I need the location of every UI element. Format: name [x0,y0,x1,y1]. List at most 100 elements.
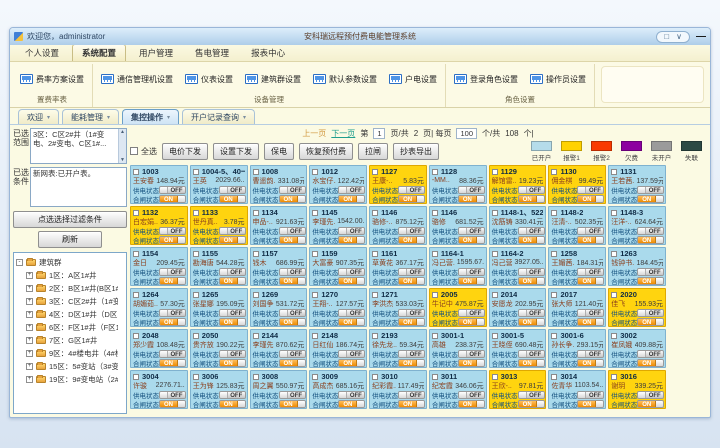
switch-toggle-on[interactable]: ON [398,277,425,285]
switch-toggle-on[interactable]: ON [159,195,186,203]
power-toggle-off[interactable]: OFF [458,268,485,276]
tab-2[interactable]: 集控操作▾ [122,109,179,124]
card-checkbox[interactable] [492,251,498,257]
switch-toggle-on[interactable]: ON [219,195,246,203]
ribbon-button[interactable]: 通信管理机设置 [99,72,175,87]
power-toggle-off[interactable]: OFF [159,227,186,235]
card-checkbox[interactable] [312,333,318,339]
card-checkbox[interactable] [253,292,259,298]
power-toggle-off[interactable]: OFF [159,268,186,276]
chevron-down-icon[interactable]: ∨ [676,33,682,41]
power-toggle-off[interactable]: OFF [398,186,425,194]
power-toggle-off[interactable]: OFF [637,268,664,276]
switch-toggle-on[interactable]: ON [279,400,306,408]
switch-toggle-on[interactable]: ON [458,236,485,244]
ribbon-button[interactable]: 默认参数设置 [311,72,379,87]
card-checkbox[interactable] [372,169,378,175]
card-checkbox[interactable] [492,374,498,380]
ribbon-button[interactable]: 建筑群设置 [243,72,303,87]
card-checkbox[interactable] [432,292,438,298]
card-checkbox[interactable] [611,210,617,216]
power-toggle-off[interactable]: OFF [338,391,365,399]
switch-toggle-on[interactable]: ON [159,400,186,408]
power-toggle-off[interactable]: OFF [159,391,186,399]
menu-item-2[interactable]: 用户管理 [130,45,182,61]
select-all[interactable]: 全选 [130,146,157,157]
card-checkbox[interactable] [611,292,617,298]
switch-toggle-on[interactable]: ON [398,318,425,326]
switch-toggle-on[interactable]: ON [637,359,664,367]
power-toggle-off[interactable]: OFF [338,350,365,358]
card-checkbox[interactable] [492,169,498,175]
selected-range-box[interactable]: 3区：C区2#井（1#变电、2#变电、C区1#... ▲ ▼ [30,128,127,164]
card-checkbox[interactable] [372,333,378,339]
expand-icon[interactable]: + [26,298,33,305]
switch-toggle-on[interactable]: ON [458,318,485,326]
switch-toggle-on[interactable]: ON [279,277,306,285]
switch-toggle-on[interactable]: ON [637,277,664,285]
scroll-up-icon[interactable]: ▲ [120,129,125,135]
toolbar-button-2[interactable]: 保电 [264,143,294,160]
power-toggle-off[interactable]: OFF [577,350,604,358]
tree-item-7[interactable]: +15区：5#变站（3#变... [16,361,118,372]
power-toggle-off[interactable]: OFF [518,309,545,317]
ribbon-button[interactable]: 操作员设置 [528,72,588,87]
switch-toggle-on[interactable]: ON [279,318,306,326]
switch-toggle-on[interactable]: ON [338,318,365,326]
expand-icon[interactable]: + [26,311,33,318]
card-checkbox[interactable] [193,333,199,339]
menu-item-1[interactable]: 系统配置 [72,44,126,61]
ribbon-button[interactable]: 仪表设置 [183,72,235,87]
card-checkbox[interactable] [253,333,259,339]
power-toggle-off[interactable]: OFF [577,309,604,317]
ribbon-button[interactable]: 费率方案设置 [18,72,86,87]
expand-icon[interactable]: + [26,350,33,357]
switch-toggle-on[interactable]: ON [577,236,604,244]
power-toggle-off[interactable]: OFF [219,391,246,399]
tree-root[interactable]: -建筑群 [16,257,118,268]
power-toggle-off[interactable]: OFF [279,391,306,399]
switch-toggle-on[interactable]: ON [577,359,604,367]
toolbar-button-4[interactable]: 拉闸 [358,143,388,160]
prev-page-link[interactable]: 上一页 [302,128,326,139]
power-toggle-off[interactable]: OFF [279,350,306,358]
power-toggle-off[interactable]: OFF [219,227,246,235]
tree-item-4[interactable]: +6区：F区1#井（F区1#... [16,322,118,333]
power-toggle-off[interactable]: OFF [219,186,246,194]
power-toggle-off[interactable]: OFF [458,186,485,194]
card-checkbox[interactable] [611,251,617,257]
card-checkbox[interactable] [133,169,139,175]
power-toggle-off[interactable]: OFF [338,227,365,235]
switch-toggle-on[interactable]: ON [338,236,365,244]
card-checkbox[interactable] [492,210,498,216]
card-checkbox[interactable] [432,169,438,175]
card-checkbox[interactable] [133,292,139,298]
switch-toggle-on[interactable]: ON [338,400,365,408]
expand-icon[interactable]: + [26,337,33,344]
toolbar-button-1[interactable]: 设置下发 [213,143,259,160]
power-toggle-off[interactable]: OFF [279,227,306,235]
power-toggle-off[interactable]: OFF [338,309,365,317]
card-checkbox[interactable] [253,210,259,216]
card-checkbox[interactable] [312,251,318,257]
card-checkbox[interactable] [193,292,199,298]
ribbon-button[interactable]: 登录角色设置 [452,72,520,87]
card-checkbox[interactable] [372,210,378,216]
power-toggle-off[interactable]: OFF [518,350,545,358]
power-toggle-off[interactable]: OFF [577,186,604,194]
filter-select-button[interactable]: 点选选择过滤条件 [13,211,127,228]
scroll-down-icon[interactable]: ▼ [120,157,125,163]
per-page-input[interactable]: 100 [456,128,477,139]
power-toggle-off[interactable]: OFF [637,391,664,399]
power-toggle-off[interactable]: OFF [398,391,425,399]
card-checkbox[interactable] [193,374,199,380]
tree-item-5[interactable]: +7区：G区1#井 [16,335,118,346]
switch-toggle-on[interactable]: ON [518,318,545,326]
selected-condition-box[interactable]: 新网表:已开户表。 [30,167,127,207]
power-toggle-off[interactable]: OFF [398,309,425,317]
ribbon-button[interactable]: 户电设置 [387,72,439,87]
power-toggle-off[interactable]: OFF [518,186,545,194]
switch-toggle-on[interactable]: ON [637,318,664,326]
switch-toggle-on[interactable]: ON [398,236,425,244]
switch-toggle-on[interactable]: ON [398,400,425,408]
